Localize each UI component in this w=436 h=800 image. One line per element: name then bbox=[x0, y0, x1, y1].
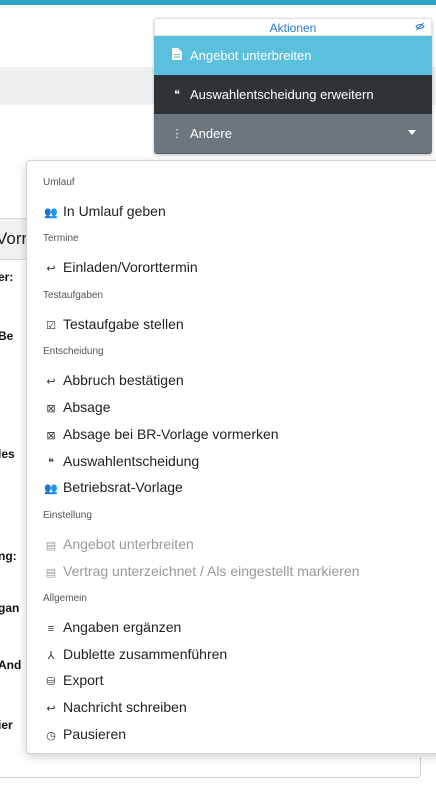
menu-item-label: Nachricht schreiben bbox=[63, 699, 187, 715]
section-einstellung: Einstellung bbox=[43, 510, 92, 521]
andere-dropdown-menu: Umlauf 👥 In Umlauf geben Termine ↩ Einlade… bbox=[26, 160, 436, 754]
reply-icon: ↩ bbox=[46, 703, 56, 715]
background-label: ier bbox=[0, 718, 13, 732]
task-icon: ☑ bbox=[46, 320, 56, 332]
document-icon: ▤ bbox=[45, 567, 57, 579]
menu-item-label: Pausieren bbox=[63, 726, 127, 742]
menu-item-label: Dublette zusammenführen bbox=[63, 646, 228, 662]
quote-icon: ❝ bbox=[174, 89, 180, 101]
menu-item-label: Testaufgabe stellen bbox=[63, 316, 184, 332]
menu-item-export[interactable]: ⛁ Export bbox=[43, 668, 103, 692]
database-icon: ⛁ bbox=[46, 676, 56, 688]
document-icon bbox=[170, 48, 184, 63]
menu-item-auswahlentscheidung[interactable]: ❝ Auswahlentscheidung bbox=[43, 449, 199, 473]
menu-item-label: In Umlauf geben bbox=[63, 203, 166, 219]
aktionen-header: Aktionen bbox=[154, 18, 432, 36]
menu-item-label: Angaben ergänzen bbox=[63, 619, 182, 635]
menu-item-label: Einladen/Vororttermin bbox=[63, 259, 198, 275]
menu-item-angebot-unterbreiten: ▤ Angebot unterbreiten bbox=[43, 532, 194, 556]
pause-clock-icon: ◷ bbox=[46, 730, 56, 742]
background-label: Be bbox=[0, 329, 14, 343]
message-x-icon: ⊠ bbox=[46, 430, 56, 442]
menu-item-label: Abbruch bestätigen bbox=[63, 372, 184, 388]
aktionen-panel: Aktionen Angebot unterbreiten ❝ Auswahle… bbox=[154, 18, 432, 154]
background-label: les bbox=[0, 447, 15, 461]
message-x-icon: ⊠ bbox=[46, 403, 56, 415]
background-card: Vorr bbox=[0, 218, 27, 260]
menu-item-nachricht-schreiben[interactable]: ↩ Nachricht schreiben bbox=[43, 695, 187, 719]
menu-item-angaben-ergaenzen[interactable]: ≡ Angaben ergänzen bbox=[43, 615, 182, 639]
background-label: er: bbox=[0, 270, 14, 284]
menu-item-label: Betriebsrat-Vorlage bbox=[63, 479, 183, 495]
list-edit-icon: ≡ bbox=[47, 623, 55, 635]
auswahlentscheidung-erweitern-label: Auswahlentscheidung erweitern bbox=[190, 87, 374, 102]
section-entscheidung: Entscheidung bbox=[43, 346, 104, 357]
menu-item-abbruch-bestaetigen[interactable]: ↩ Abbruch bestätigen bbox=[43, 368, 184, 392]
menu-item-label: Vertrag unterzeichnet / Als eingestellt … bbox=[63, 563, 360, 579]
andere-label: Andere bbox=[190, 126, 232, 141]
quote-icon: ❝ bbox=[48, 457, 54, 469]
vertical-dots-icon: ⋮ bbox=[171, 128, 183, 140]
menu-item-label: Export bbox=[63, 672, 104, 688]
menu-item-label: Absage bei BR-Vorlage vormerken bbox=[63, 426, 279, 442]
people-icon: 👥 bbox=[44, 207, 58, 219]
aktionen-title: Aktionen bbox=[269, 21, 317, 35]
menu-item-label: Angebot unterbreiten bbox=[63, 536, 194, 552]
background-label: And bbox=[0, 658, 22, 672]
andere-dropdown-button[interactable]: ⋮ Andere bbox=[154, 114, 432, 153]
background-panel-edge bbox=[0, 757, 421, 778]
menu-item-betriebsrat-vorlage[interactable]: 👥 Betriebsrat-Vorlage bbox=[43, 475, 183, 499]
background-label: gan bbox=[0, 601, 20, 615]
menu-item-absage-br-vorlage[interactable]: ⊠ Absage bei BR-Vorlage vormerken bbox=[43, 422, 279, 446]
top-accent-bar bbox=[0, 0, 436, 5]
menu-item-einladen-vororttermin[interactable]: ↩ Einladen/Vororttermin bbox=[43, 255, 198, 279]
menu-item-in-umlauf-geben[interactable]: 👥 In Umlauf geben bbox=[43, 199, 166, 223]
menu-item-pausieren[interactable]: ◷ Pausieren bbox=[43, 722, 126, 746]
menu-item-label: Absage bbox=[63, 399, 111, 415]
reply-icon: ↩ bbox=[46, 376, 56, 388]
section-umlauf: Umlauf bbox=[43, 177, 75, 188]
menu-item-dublette-zusammenfuehren[interactable]: ⅄ Dublette zusammenführen bbox=[43, 642, 228, 666]
menu-item-label: Auswahlentscheidung bbox=[63, 453, 200, 469]
section-termine: Termine bbox=[43, 233, 79, 244]
document-icon: ▤ bbox=[45, 540, 57, 552]
group-icon: 👥 bbox=[44, 483, 58, 495]
section-testaufgaben: Testaufgaben bbox=[43, 290, 104, 301]
reply-icon: ↩ bbox=[46, 263, 56, 275]
menu-item-vertrag-unterzeichnet: ▤ Vertrag unterzeichnet / Als eingestellt… bbox=[43, 559, 360, 583]
background-label: ng: bbox=[0, 549, 17, 563]
section-allgemein: Allgemein bbox=[43, 593, 87, 604]
merge-icon: ⅄ bbox=[47, 650, 55, 662]
eye-slash-icon[interactable] bbox=[415, 19, 425, 37]
angebot-unterbreiten-button[interactable]: Angebot unterbreiten bbox=[154, 36, 432, 75]
auswahlentscheidung-erweitern-button[interactable]: ❝ Auswahlentscheidung erweitern bbox=[154, 75, 432, 114]
caret-down-icon bbox=[408, 130, 416, 135]
menu-item-absage[interactable]: ⊠ Absage bbox=[43, 395, 110, 419]
menu-item-testaufgabe-stellen[interactable]: ☑ Testaufgabe stellen bbox=[43, 312, 184, 336]
angebot-unterbreiten-label: Angebot unterbreiten bbox=[190, 48, 312, 63]
